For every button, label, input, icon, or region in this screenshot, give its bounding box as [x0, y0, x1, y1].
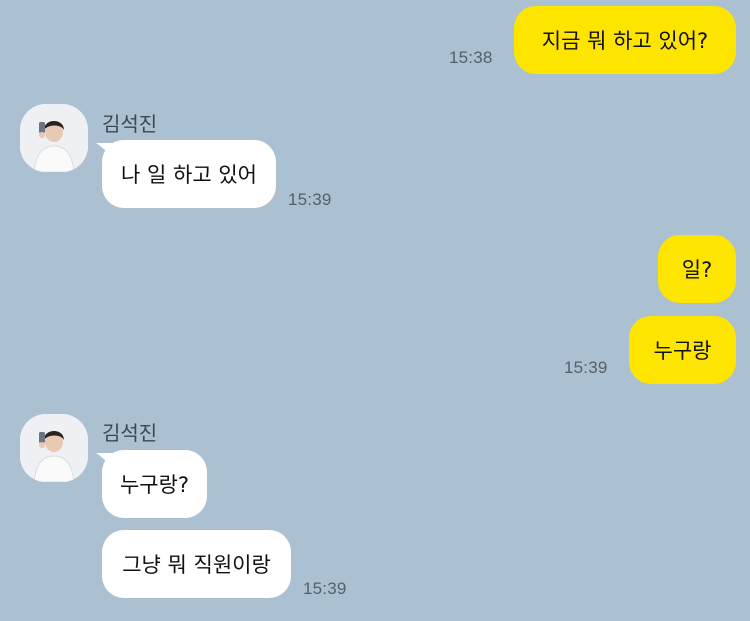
incoming-message-bubble[interactable]: 누구랑? — [102, 450, 207, 518]
chat-area[interactable]: 15:38 지금 뭐 하고 있어? 김석진 나 일 하고 있어 15:39 일?… — [0, 0, 750, 621]
incoming-message-bubble[interactable]: 나 일 하고 있어 — [102, 140, 276, 208]
outgoing-message-bubble[interactable]: 일? — [658, 235, 736, 303]
message-timestamp: 15:39 — [288, 190, 332, 209]
sender-name: 김석진 — [102, 112, 158, 136]
message-text: 나 일 하고 있어 — [121, 163, 257, 187]
outgoing-message-bubble[interactable]: 지금 뭐 하고 있어? — [514, 6, 736, 74]
sender-avatar[interactable] — [20, 104, 88, 172]
sender-avatar[interactable] — [20, 414, 88, 482]
message-text: 일? — [681, 258, 713, 282]
incoming-message-bubble[interactable]: 그냥 뭐 직원이랑 — [102, 530, 291, 598]
outgoing-message-bubble[interactable]: 누구랑 — [629, 316, 736, 384]
message-timestamp: 15:39 — [564, 358, 608, 377]
sender-name: 김석진 — [102, 421, 158, 445]
message-text: 누구랑? — [119, 473, 190, 497]
message-timestamp: 15:39 — [303, 579, 347, 598]
message-timestamp: 15:38 — [449, 48, 493, 67]
avatar-photo-icon — [20, 104, 88, 172]
avatar-photo-icon — [20, 414, 88, 482]
message-text: 그냥 뭐 직원이랑 — [122, 553, 271, 577]
message-text: 지금 뭐 하고 있어? — [541, 29, 709, 53]
message-text: 누구랑 — [653, 339, 712, 363]
